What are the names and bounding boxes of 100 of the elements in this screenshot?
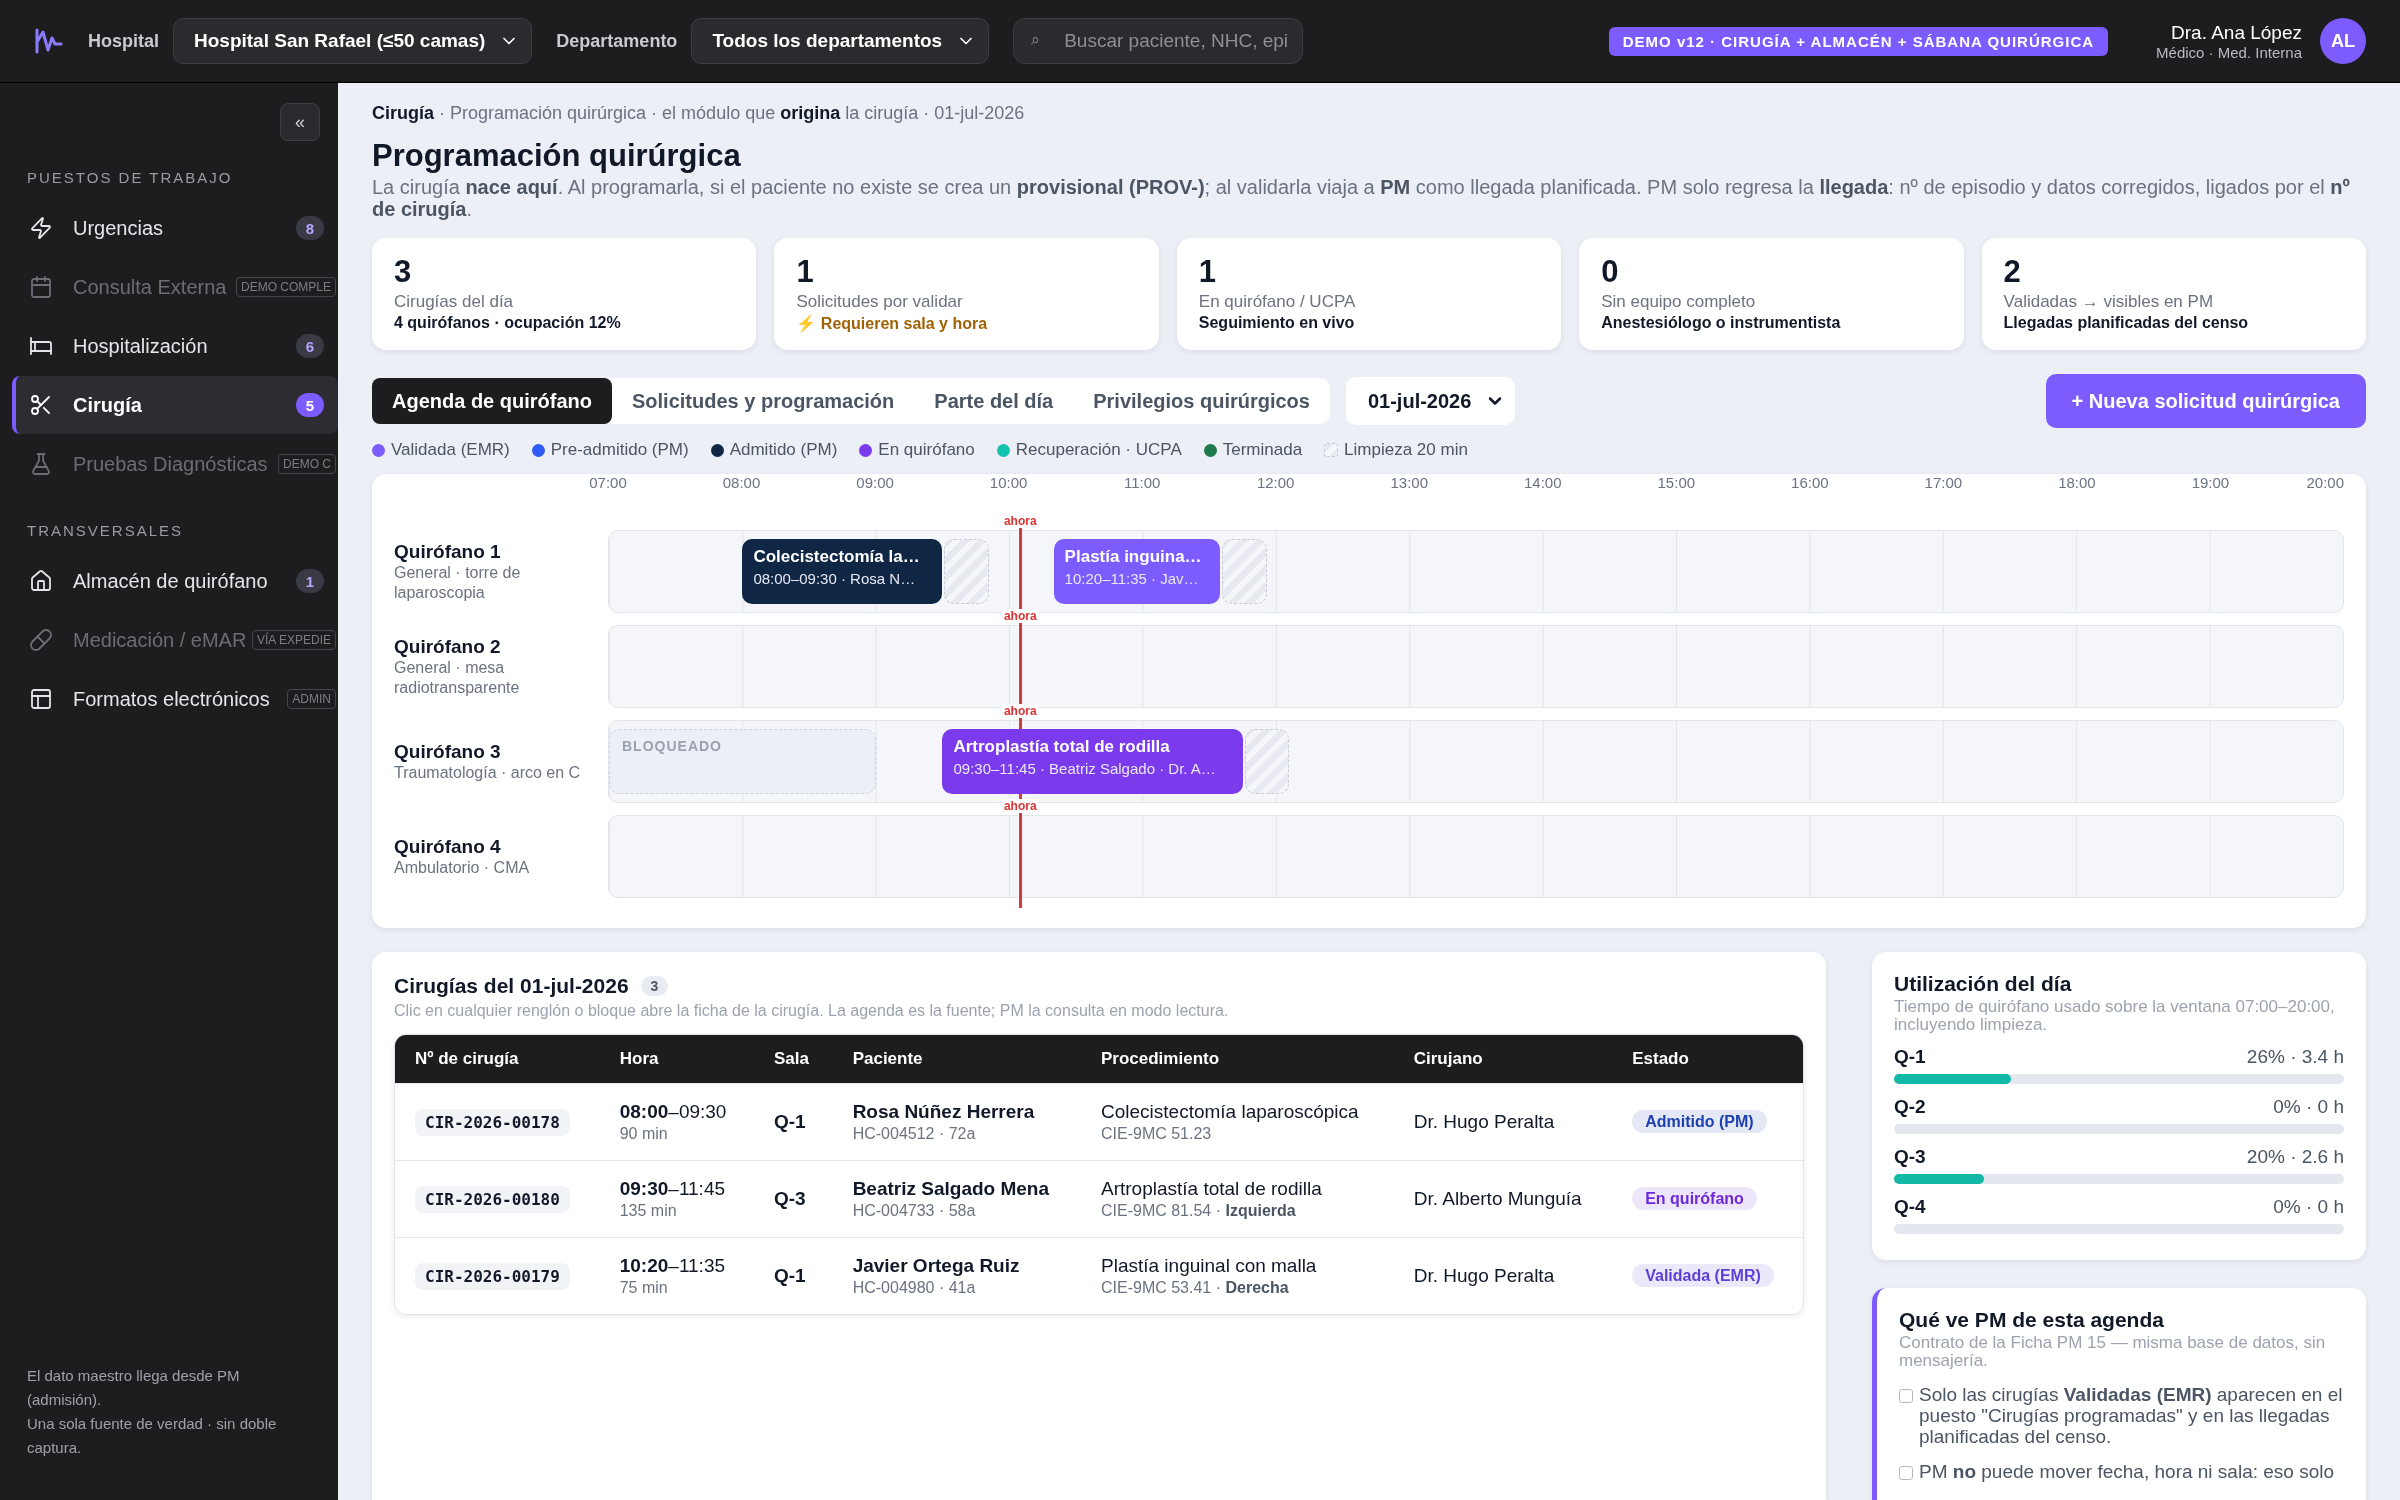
room-name: Quirófano 3 xyxy=(394,740,502,763)
procedure-code: CIE-9MC 81.54 · Izquierda xyxy=(1101,1202,1297,1220)
page-description: La cirugía nace aquí. Al programarla, si el paciente no existe se crea un provisional (PROV-); al validarla viaja a PM como llegada planificada. PM solo regresa la llegada: nº de episodio y datos corregidos, ligados por el nº de cirugía. xyxy=(372,176,2351,220)
count-badge: 1 xyxy=(296,569,324,593)
department-label: Departamento xyxy=(556,30,678,52)
surgery-id[interactable]: CIR-2026-00180 xyxy=(415,1185,570,1213)
procedure-code: CIE-9MC 51.23 xyxy=(1101,1125,1213,1143)
legend-label: Recuperación · UCPA xyxy=(1015,440,1182,460)
kpi-label: Sin equipo completo xyxy=(1601,292,1757,312)
surgery-detail: 08:00–09:30 · Rosa N… xyxy=(753,570,917,587)
tag: VÍA EXPEDIE xyxy=(251,630,336,650)
date-select[interactable]: 01-jul-2026 xyxy=(1345,377,1516,425)
card-subtitle: Tiempo de quirófano usado sobre la ventana 07:00–20:00, incluyendo limpieza. xyxy=(1894,998,2336,1034)
footer-note: El dato maestro llega desde PM (admisión). xyxy=(27,1366,241,1410)
duration: 75 min xyxy=(619,1279,669,1297)
hour-label: 16:00 xyxy=(1791,474,1829,491)
procedure-name: Colecistectomía laparoscópica xyxy=(1101,1101,1360,1123)
logo-icon xyxy=(34,28,64,54)
tab[interactable]: Agenda de quirófano xyxy=(372,378,612,424)
hour-label: 11:00 xyxy=(1123,474,1161,491)
layout-icon xyxy=(29,687,53,711)
section-title: PUESTOS DE TRABAJO xyxy=(26,168,234,188)
column-header: Sala xyxy=(753,1035,833,1083)
kpi-value: 1 xyxy=(1198,254,1218,290)
tab[interactable]: Privilegios quirúrgicos xyxy=(1073,378,1330,424)
surgery-id[interactable]: CIR-2026-00178 xyxy=(415,1108,570,1136)
breadcrumb: Cirugía · Programación quirúrgica · el módulo que origina la cirugía · 01-jul-2026 xyxy=(372,103,1026,124)
duration: 90 min xyxy=(619,1125,669,1143)
card-title: Utilización del día xyxy=(1894,972,2073,996)
sidebar-item[interactable]: Urgencias 8 xyxy=(12,199,338,257)
hour-label: 17:00 xyxy=(1924,474,1963,491)
hour-label: 08:00 xyxy=(722,474,761,491)
hospital-label: Hospital xyxy=(88,30,159,52)
count-badge: 8 xyxy=(296,216,324,240)
hospital-select[interactable]: Hospital San Rafael (≤50 camas) xyxy=(173,18,533,64)
section-title: TRANSVERSALES xyxy=(26,521,185,541)
count-badge: 6 xyxy=(296,334,324,358)
demo-badge: DEMO v12 · CIRUGÍA + ALMACÉN + SÁBANA QUIRÚRGICA xyxy=(1608,26,2109,56)
user-name: Dra. Ana López xyxy=(2171,21,2302,44)
house-icon xyxy=(29,569,53,593)
time-range: 10:20–11:35 xyxy=(619,1255,727,1277)
hour-label: 20:00 xyxy=(2306,474,2344,491)
pill-icon xyxy=(29,628,53,652)
room-name: Quirófano 4 xyxy=(394,835,502,858)
hour-label: 12:00 xyxy=(1256,474,1295,491)
kpi-value: 3 xyxy=(394,254,413,290)
sidebar-item[interactable]: Hospitalización 6 xyxy=(12,317,338,375)
hour-label: 18:00 xyxy=(2058,474,2096,491)
utilization-reading: 26% · 3.4 h xyxy=(2246,1046,2344,1068)
now-label: ahora xyxy=(1001,514,1039,528)
tag: ADMIN xyxy=(287,689,336,709)
rule-text: PM no puede mover fecha, hora ni sala: eso solo xyxy=(1919,1461,2335,1482)
tab[interactable]: Solicitudes y programación xyxy=(612,378,915,424)
card-title: Qué ve PM de esta agenda xyxy=(1899,1308,2165,1332)
room-name: Quirófano 2 xyxy=(394,635,502,658)
sidebar-item[interactable]: Formatos electrónicos xyxy=(12,670,282,728)
count-badge: 5 xyxy=(296,393,324,417)
status-badge: Validada (EMR) xyxy=(1632,1264,1774,1287)
surgery-block[interactable]: Plastía inguina… 10:20–11:35 · Jav… xyxy=(1053,539,1221,604)
column-header: Nº de cirugía xyxy=(395,1035,600,1083)
column-header: Hora xyxy=(599,1035,754,1083)
surgery-block[interactable]: Colecistectomía la… 08:00–09:30 · Rosa N… xyxy=(742,539,943,604)
hour-label: 10:00 xyxy=(989,474,1028,491)
kpi-note: ⚡ Requieren sala y hora xyxy=(796,314,989,333)
department-select[interactable]: Todos los departamentos xyxy=(691,18,990,64)
utilization-reading: 0% · 0 h xyxy=(2273,1096,2344,1118)
kpi-label: Validadas → visibles en PM xyxy=(2003,292,2215,312)
legend-label: Pre-admitido (PM) xyxy=(550,440,689,460)
footer-note: Una sola fuente de verdad · sin doble captura. xyxy=(27,1414,278,1458)
surgery-id[interactable]: CIR-2026-00179 xyxy=(415,1262,570,1290)
hour-label: 19:00 xyxy=(2191,474,2230,491)
hatch-icon xyxy=(1324,443,1339,457)
room-name: Quirófano 1 xyxy=(394,540,502,563)
new-request-button[interactable]: + Nueva solicitud quirúrgica xyxy=(2045,374,2366,428)
procedure-code: CIE-9MC 53.41 · Derecha xyxy=(1101,1279,1290,1297)
hour-label: 13:00 xyxy=(1390,474,1428,491)
calendar-icon xyxy=(29,275,53,299)
user-avatar[interactable]: AL xyxy=(2320,18,2366,64)
kpi-note: Seguimiento en vivo xyxy=(1198,314,1356,332)
room-code: Q-2 xyxy=(1894,1096,1926,1118)
surgery-block[interactable]: Artroplastía total de rodilla 09:30–11:45 · Beatriz Salgado · Dr. A… xyxy=(942,729,1243,794)
sidebar-item[interactable]: Cirugía 5 xyxy=(12,376,338,434)
kpi-label: Solicitudes por validar xyxy=(796,292,964,312)
legend-label: Admitido (PM) xyxy=(729,440,838,460)
room-description: General · torre de laparoscopia xyxy=(394,562,522,603)
kpi-label: En quirófano / UCPA xyxy=(1198,292,1357,312)
room-code: Q-3 xyxy=(773,1188,806,1209)
legend-label: Limpieza 20 min xyxy=(1344,440,1468,460)
patient-name: Rosa Núñez Herrera xyxy=(852,1101,1036,1123)
time-range: 09:30–11:45 xyxy=(619,1178,727,1200)
user-role: Médico · Med. Interna xyxy=(2156,43,2302,61)
sidebar-item[interactable]: Almacén de quirófano 1 xyxy=(12,552,338,610)
kpi-note: 4 quirófanos · ocupación 12% xyxy=(394,314,622,332)
tab[interactable]: Parte del día xyxy=(914,378,1074,424)
card-subtitle: Clic en cualquier renglón o bloque abre la ficha de la cirugía. La agenda es la fuente; PM la consulta en modo lectura. xyxy=(394,1002,1230,1020)
hour-label: 09:00 xyxy=(856,474,894,491)
search-icon: ⌕ xyxy=(1031,31,1041,49)
now-label: ahora xyxy=(1001,799,1039,813)
hour-label: 07:00 xyxy=(589,474,627,491)
collapse-button[interactable]: « xyxy=(280,103,320,141)
